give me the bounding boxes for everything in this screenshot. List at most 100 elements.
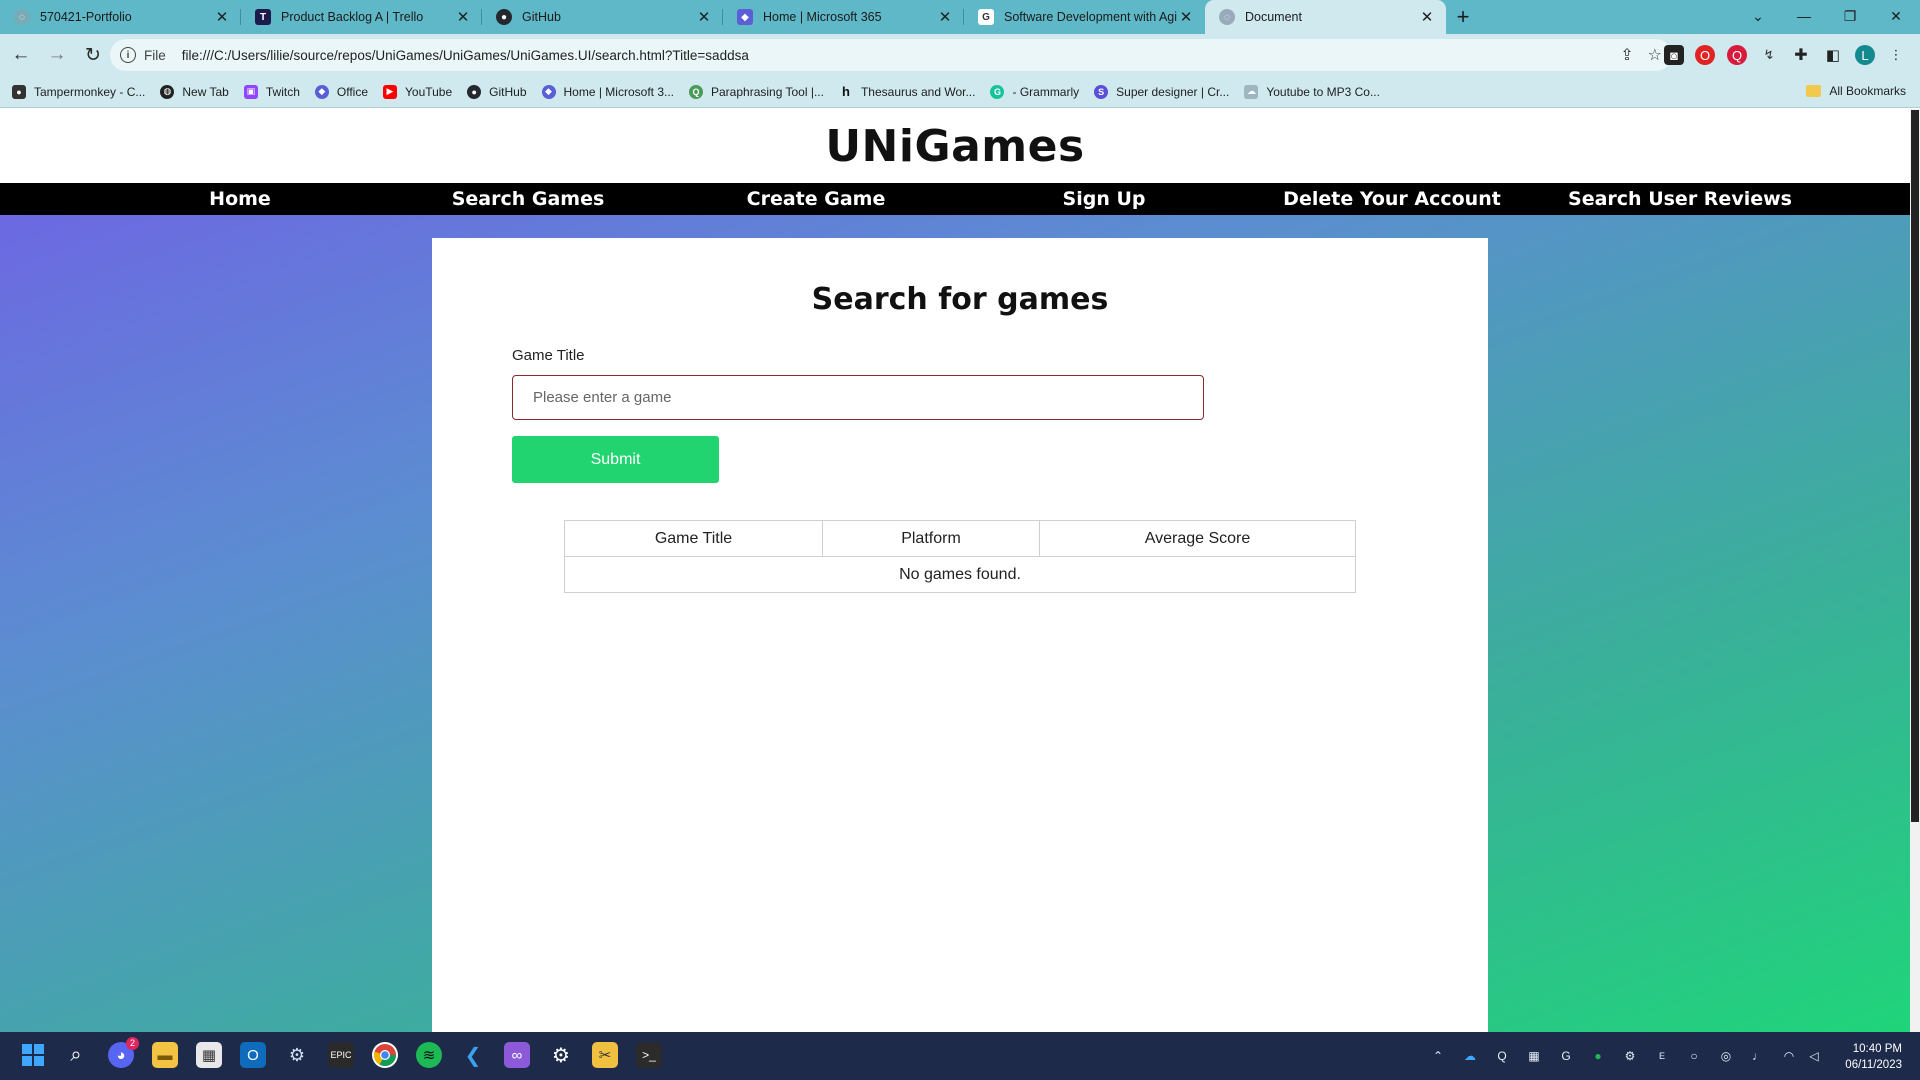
cloud-icon: ☁ bbox=[1244, 84, 1259, 99]
nav-delete-account[interactable]: Delete Your Account bbox=[1283, 183, 1501, 215]
nav-create-game[interactable]: Create Game bbox=[747, 183, 886, 215]
bookmark-thesaurus[interactable]: h Thesaurus and Wor... bbox=[839, 84, 976, 99]
game-title-input[interactable] bbox=[512, 375, 1204, 420]
page-title: Search for games bbox=[811, 282, 1109, 317]
chevron-up-icon[interactable]: ⌃ bbox=[1430, 1048, 1446, 1064]
ublock-icon[interactable]: Q bbox=[1727, 45, 1747, 65]
volume-icon[interactable]: ◁ bbox=[1806, 1048, 1822, 1064]
main-nav: Home Search Games Create Game Sign Up De… bbox=[0, 183, 1910, 215]
address-url[interactable]: file:///C:/Users/lilie/source/repos/UniG… bbox=[182, 48, 749, 63]
bookmark-youtube[interactable]: ▶ YouTube bbox=[383, 84, 452, 99]
close-icon[interactable]: ✕ bbox=[213, 8, 231, 26]
puzzle-icon[interactable]: ✚ bbox=[1791, 45, 1811, 65]
github-icon: ● bbox=[467, 84, 482, 99]
bookmark-new-tab[interactable]: ◍ New Tab bbox=[160, 84, 229, 99]
chrome-icon[interactable] bbox=[372, 1042, 398, 1068]
settings-icon[interactable]: ⚙ bbox=[548, 1042, 574, 1068]
bookmark-twitch[interactable]: ▣ Twitch bbox=[243, 84, 300, 99]
steam-icon[interactable]: ⚙ bbox=[284, 1042, 310, 1068]
opera-extension-icon[interactable]: O bbox=[1695, 45, 1715, 65]
discord-icon[interactable]: ◕ 2 bbox=[108, 1037, 139, 1068]
minimize-button[interactable]: — bbox=[1781, 0, 1827, 32]
system-clock[interactable]: 10:40 PM 06/11/2023 bbox=[1845, 1041, 1902, 1073]
reload-button[interactable]: ↻ bbox=[78, 40, 108, 70]
bookmark-label: Home | Microsoft 3... bbox=[563, 84, 674, 99]
bookmark-super-designer[interactable]: S Super designer | Cr... bbox=[1094, 84, 1229, 99]
tab-document[interactable]: ◌ Document ✕ bbox=[1205, 0, 1446, 34]
nav-home[interactable]: Home bbox=[209, 183, 271, 215]
all-bookmarks-button[interactable]: All Bookmarks bbox=[1806, 84, 1906, 98]
tab-title: Product Backlog A | Trello bbox=[281, 10, 424, 24]
epic-games-icon[interactable]: EPIC bbox=[328, 1042, 354, 1068]
tab-portfolio[interactable]: ◌ 570421-Portfolio ✕ bbox=[0, 0, 241, 34]
steam-tray-icon[interactable]: ⚙ bbox=[1622, 1048, 1638, 1064]
bookmark-microsoft-365[interactable]: ◆ Home | Microsoft 3... bbox=[541, 84, 674, 99]
logitech-icon[interactable]: G bbox=[1558, 1048, 1574, 1064]
outlook-icon[interactable]: O bbox=[240, 1042, 266, 1068]
keyboard-icon[interactable]: ▦ bbox=[1526, 1048, 1542, 1064]
close-icon[interactable]: ✕ bbox=[936, 8, 954, 26]
cortana-icon[interactable]: ○ bbox=[1686, 1048, 1702, 1064]
tab-trello[interactable]: T Product Backlog A | Trello ✕ bbox=[241, 0, 482, 34]
site-header: UNiGames bbox=[0, 109, 1910, 183]
nav-search-user-reviews[interactable]: Search User Reviews bbox=[1568, 183, 1792, 215]
close-icon[interactable]: ✕ bbox=[1418, 8, 1436, 26]
search-icon[interactable]: ⌕ bbox=[63, 1042, 89, 1068]
submit-button[interactable]: Submit bbox=[512, 436, 719, 483]
tab-search-icon[interactable]: ⌄ bbox=[1735, 0, 1781, 32]
close-icon[interactable]: ✕ bbox=[454, 8, 472, 26]
nav-sign-up[interactable]: Sign Up bbox=[1063, 183, 1146, 215]
copilot-icon[interactable]: ◎ bbox=[1718, 1048, 1734, 1064]
visual-studio-icon[interactable]: ∞ bbox=[504, 1042, 530, 1068]
snipping-tool-icon[interactable]: ✂ bbox=[592, 1042, 618, 1068]
bookmark-label: - Grammarly bbox=[1012, 84, 1080, 99]
onedrive-icon[interactable]: ☁ bbox=[1462, 1048, 1478, 1064]
xbox-icon[interactable]: ● bbox=[1590, 1048, 1606, 1064]
m365-icon: ◆ bbox=[314, 84, 329, 99]
epic-tray-icon[interactable]: E bbox=[1654, 1048, 1670, 1064]
tab-github[interactable]: ● GitHub ✕ bbox=[482, 0, 723, 34]
bookmark-star-icon[interactable]: ☆ bbox=[1648, 45, 1662, 65]
bookmark-youtube-mp3[interactable]: ☁ Youtube to MP3 Co... bbox=[1244, 84, 1380, 99]
quicktime-icon[interactable]: Q bbox=[1494, 1048, 1510, 1064]
close-window-button[interactable]: ✕ bbox=[1873, 0, 1919, 32]
bookmark-paraphrasing-tool[interactable]: Q Paraphrasing Tool |... bbox=[689, 84, 824, 99]
profile-avatar[interactable]: L bbox=[1855, 45, 1875, 65]
nav-search-games[interactable]: Search Games bbox=[452, 183, 605, 215]
windows-start-icon[interactable] bbox=[20, 1042, 46, 1068]
super-designer-icon: S bbox=[1094, 84, 1109, 99]
site-logo[interactable]: UNiGames bbox=[825, 121, 1084, 172]
info-icon[interactable]: i bbox=[120, 47, 136, 63]
microsoft-store-icon[interactable]: ▦ bbox=[196, 1042, 222, 1068]
forward-button[interactable]: → bbox=[42, 40, 72, 70]
m365-icon: ◆ bbox=[541, 84, 556, 99]
spotify-icon[interactable]: ≋ bbox=[416, 1042, 442, 1068]
scrollbar-thumb[interactable] bbox=[1911, 110, 1919, 822]
file-explorer-icon[interactable]: ▬ bbox=[152, 1042, 178, 1068]
extension-icon[interactable]: ◙ bbox=[1664, 45, 1684, 65]
bookmarks-bar: ● Tampermonkey - C... ◍ New Tab ▣ Twitch ◆ O… bbox=[0, 76, 1920, 108]
share-icon[interactable]: ⇪ bbox=[1620, 45, 1633, 65]
restore-button[interactable]: ❐ bbox=[1827, 0, 1873, 32]
browser-tab-strip: ◌ 570421-Portfolio ✕ T Product Backlog A… bbox=[0, 0, 1920, 34]
tab-microsoft-365[interactable]: ◆ Home | Microsoft 365 ✕ bbox=[723, 0, 964, 34]
close-icon[interactable]: ✕ bbox=[1177, 8, 1195, 26]
microphone-icon[interactable]: ♩ bbox=[1750, 1048, 1766, 1064]
close-icon[interactable]: ✕ bbox=[695, 8, 713, 26]
bookmark-grammarly[interactable]: G - Grammarly bbox=[990, 84, 1080, 99]
media-extension-icon[interactable]: ↯ bbox=[1759, 45, 1779, 65]
side-panel-icon[interactable]: ◧ bbox=[1823, 45, 1843, 65]
bookmark-office[interactable]: ◆ Office bbox=[314, 84, 368, 99]
taskbar: ⌕ ◕ 2 ▬ ▦ O ⚙ EPIC ≋ ❮ ∞ ⚙ ✂ >_ ⌃ ☁ Q ▦ … bbox=[0, 1032, 1920, 1080]
vscode-icon[interactable]: ❮ bbox=[460, 1042, 486, 1068]
bookmark-tampermonkey[interactable]: ● Tampermonkey - C... bbox=[12, 84, 145, 99]
wifi-icon[interactable]: ◠ bbox=[1781, 1048, 1797, 1064]
tab-software-development[interactable]: G Software Development with Agi ✕ bbox=[964, 0, 1205, 34]
bookmark-github[interactable]: ● GitHub bbox=[467, 84, 527, 99]
bookmark-label: Youtube to MP3 Co... bbox=[1266, 84, 1380, 99]
new-tab-button[interactable]: + bbox=[1446, 0, 1480, 34]
back-button[interactable]: ← bbox=[6, 40, 36, 70]
address-bar[interactable]: i File file:///C:/Users/lilie/source/rep… bbox=[110, 39, 1672, 71]
menu-icon[interactable]: ⋮ bbox=[1886, 45, 1906, 65]
terminal-icon[interactable]: >_ bbox=[636, 1042, 662, 1068]
